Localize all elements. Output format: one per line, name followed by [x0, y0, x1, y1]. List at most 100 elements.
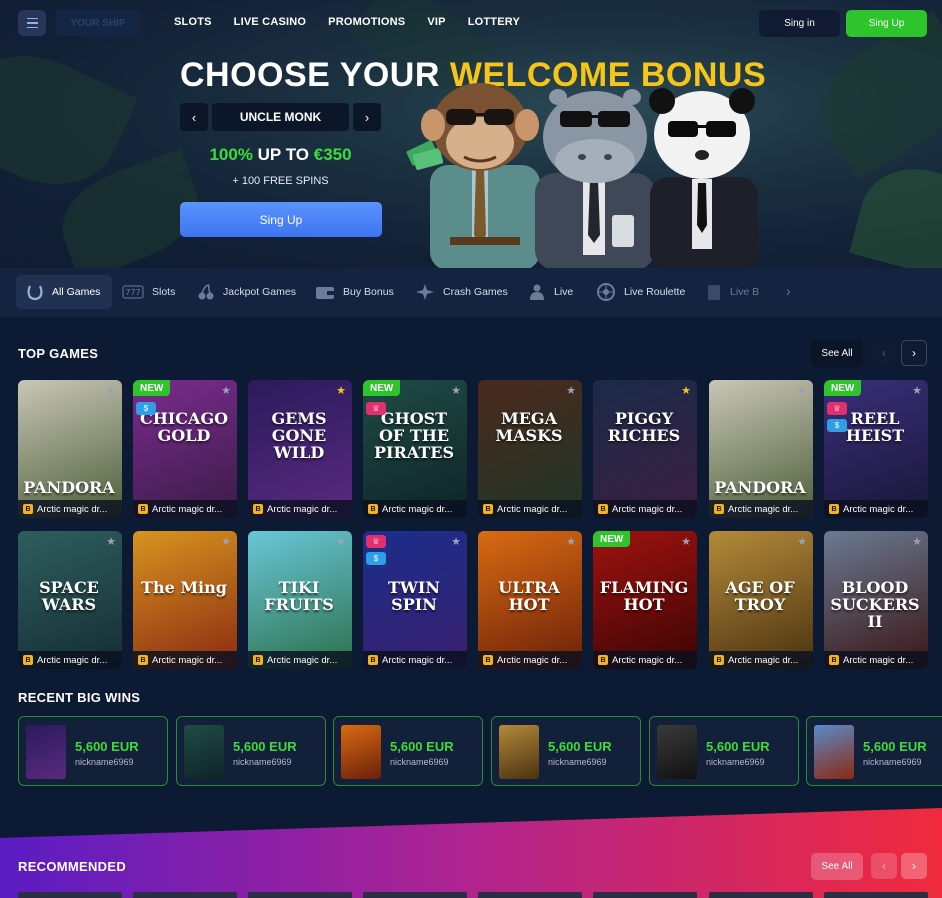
- game-title-art: PANDORA: [23, 478, 115, 497]
- recommended-next-arrow-icon[interactable]: ›: [901, 853, 927, 879]
- win-nickname: nickname6969: [75, 757, 134, 767]
- category-label: Crash Games: [443, 286, 508, 298]
- recent-win-card[interactable]: 5,600 EUR nickname6969: [806, 716, 942, 786]
- game-tile[interactable]: GHOST OF THE PIRATES NEW ♕ ★ B Arctic magic d…: [363, 380, 467, 518]
- category-crash-games[interactable]: Crash Games: [415, 275, 508, 309]
- favorite-star-icon[interactable]: ★: [912, 384, 922, 397]
- favorite-star-icon[interactable]: ★: [681, 535, 691, 548]
- game-tile[interactable]: GEMS GONE WILD ★ B Arctic magic dr...: [248, 380, 352, 518]
- category-jackpot-games[interactable]: Jackpot Games: [197, 275, 296, 309]
- trophy-icon: ♕: [366, 402, 386, 415]
- game-caption-text: Arctic magic dr...: [382, 503, 453, 515]
- category-buy-bonus[interactable]: Buy Bonus: [315, 275, 394, 309]
- game-caption: B Arctic magic dr...: [824, 651, 928, 669]
- trophy-icon: ♕: [827, 402, 847, 415]
- game-caption: B Arctic magic dr...: [478, 500, 582, 518]
- game-artwork: [133, 380, 237, 518]
- game-tile[interactable]: BLOOD SUCKERS II ★ B Arctic magic dr...: [824, 531, 928, 669]
- game-tile[interactable]: MEGA MASKS ★ B Arctic magic dr...: [478, 380, 582, 518]
- game-title-art: PANDORA: [714, 478, 806, 497]
- top-games-next-arrow-icon[interactable]: ›: [901, 340, 927, 366]
- recommended-game-tile[interactable]: [709, 892, 813, 898]
- game-tile[interactable]: TWIN SPIN ♕ $ ★ B Arctic magic dr...: [363, 531, 467, 669]
- favorite-star-icon[interactable]: ★: [336, 535, 346, 548]
- recent-win-card[interactable]: 5,600 EUR nickname6969: [18, 716, 168, 786]
- category-next-arrow-icon[interactable]: ›: [786, 283, 791, 299]
- recommended-game-tile[interactable]: [18, 892, 122, 898]
- bonus-percent: 100%: [209, 145, 253, 164]
- game-caption-text: Arctic magic dr...: [612, 503, 683, 515]
- category-label: All Games: [52, 286, 101, 298]
- site-logo[interactable]: YOUR SHIP: [56, 10, 140, 36]
- nav-vip[interactable]: VIP: [427, 16, 445, 28]
- top-games-prev-arrow-icon[interactable]: ‹: [871, 340, 897, 366]
- category-live-b[interactable]: Live B: [706, 275, 759, 309]
- game-tile[interactable]: AGE OF TROY ★ B Arctic magic dr...: [709, 531, 813, 669]
- recommended-prev-arrow-icon[interactable]: ‹: [871, 853, 897, 879]
- bonus-name: UNCLE MONK: [212, 103, 349, 131]
- recommended-game-tile[interactable]: [478, 892, 582, 898]
- nav-lottery[interactable]: LOTTERY: [468, 16, 520, 28]
- category-all-games[interactable]: All Games: [16, 275, 113, 309]
- game-title-art: MEGA MASKS: [495, 409, 563, 445]
- favorite-star-icon[interactable]: ★: [106, 535, 116, 548]
- sign-up-button[interactable]: Sing Up: [846, 10, 927, 37]
- bonus-prev-arrow-icon[interactable]: ‹: [180, 103, 208, 131]
- recent-win-card[interactable]: 5,600 EUR nickname6969: [176, 716, 326, 786]
- game-tile[interactable]: TIKI FRUITS ★ B Arctic magic dr...: [248, 531, 352, 669]
- recommended-see-all-button[interactable]: See All: [811, 853, 863, 880]
- nav-live-casino[interactable]: LIVE CASINO: [234, 16, 307, 28]
- free-spins-text: + 100 FREE SPINS: [232, 175, 329, 187]
- favorite-star-icon[interactable]: ★: [106, 384, 116, 397]
- category-live[interactable]: Live: [528, 275, 573, 309]
- category-slots[interactable]: 777 Slots: [122, 275, 175, 309]
- recent-win-card[interactable]: 5,600 EUR nickname6969: [491, 716, 641, 786]
- win-amount: 5,600 EUR: [233, 739, 297, 754]
- win-game-thumbnail: [814, 725, 854, 779]
- game-tile[interactable]: SPACE WARS ★ B Arctic magic dr...: [18, 531, 122, 669]
- recommended-game-tile[interactable]: [363, 892, 467, 898]
- favorite-star-icon[interactable]: ★: [566, 535, 576, 548]
- top-games-see-all-button[interactable]: See All: [811, 340, 863, 367]
- recent-win-card[interactable]: 5,600 EUR nickname6969: [649, 716, 799, 786]
- bonus-next-arrow-icon[interactable]: ›: [353, 103, 381, 131]
- provider-b-icon: B: [483, 655, 493, 665]
- favorite-star-icon[interactable]: ★: [451, 384, 461, 397]
- favorite-star-icon[interactable]: ★: [797, 535, 807, 548]
- recommended-game-tile[interactable]: [133, 892, 237, 898]
- hero-sign-up-button[interactable]: Sing Up: [180, 202, 382, 237]
- monkey-character: [421, 83, 540, 268]
- win-amount: 5,600 EUR: [706, 739, 770, 754]
- game-title-art: TWIN SPIN: [388, 578, 440, 614]
- favorite-star-icon[interactable]: ★: [451, 535, 461, 548]
- sign-in-button[interactable]: Sing in: [759, 10, 840, 37]
- recommended-game-tile[interactable]: [824, 892, 928, 898]
- nav-slots[interactable]: SLOTS: [174, 16, 212, 28]
- category-live-roulette[interactable]: Live Roulette: [596, 275, 685, 309]
- game-caption: B Arctic magic dr...: [133, 651, 237, 669]
- recent-win-card[interactable]: 5,600 EUR nickname6969: [333, 716, 483, 786]
- favorite-star-icon[interactable]: ★: [221, 384, 231, 397]
- game-tile[interactable]: ULTRA HOT ★ B Arctic magic dr...: [478, 531, 582, 669]
- game-tile[interactable]: PIGGY RICHES ★ B Arctic magic dr...: [593, 380, 697, 518]
- game-tile[interactable]: The Ming ★ B Arctic magic dr...: [133, 531, 237, 669]
- win-amount: 5,600 EUR: [863, 739, 927, 754]
- favorite-star-icon[interactable]: ★: [336, 384, 346, 397]
- game-caption-text: Arctic magic dr...: [843, 503, 914, 515]
- hamburger-menu-icon[interactable]: [18, 10, 46, 36]
- favorite-star-icon[interactable]: ★: [221, 535, 231, 548]
- recommended-game-tile[interactable]: [248, 892, 352, 898]
- game-tile[interactable]: CHICAGO GOLD NEW $ ★ B Arctic magic dr...: [133, 380, 237, 518]
- game-tile[interactable]: FLAMING HOT NEW ★ B Arctic magic dr...: [593, 531, 697, 669]
- game-caption-text: Arctic magic dr...: [382, 654, 453, 666]
- game-caption-text: Arctic magic dr...: [843, 654, 914, 666]
- game-tile[interactable]: PANDORA ★ B Arctic magic dr...: [18, 380, 122, 518]
- game-tile[interactable]: REEL HEIST NEW ♕ $ ★ B Arctic magic dr...: [824, 380, 928, 518]
- nav-promotions[interactable]: PROMOTIONS: [328, 16, 405, 28]
- favorite-star-icon[interactable]: ★: [681, 384, 691, 397]
- favorite-star-icon[interactable]: ★: [566, 384, 576, 397]
- favorite-star-icon[interactable]: ★: [912, 535, 922, 548]
- game-tile[interactable]: PANDORA ★ B Arctic magic dr...: [709, 380, 813, 518]
- favorite-star-icon[interactable]: ★: [797, 384, 807, 397]
- recommended-game-tile[interactable]: [593, 892, 697, 898]
